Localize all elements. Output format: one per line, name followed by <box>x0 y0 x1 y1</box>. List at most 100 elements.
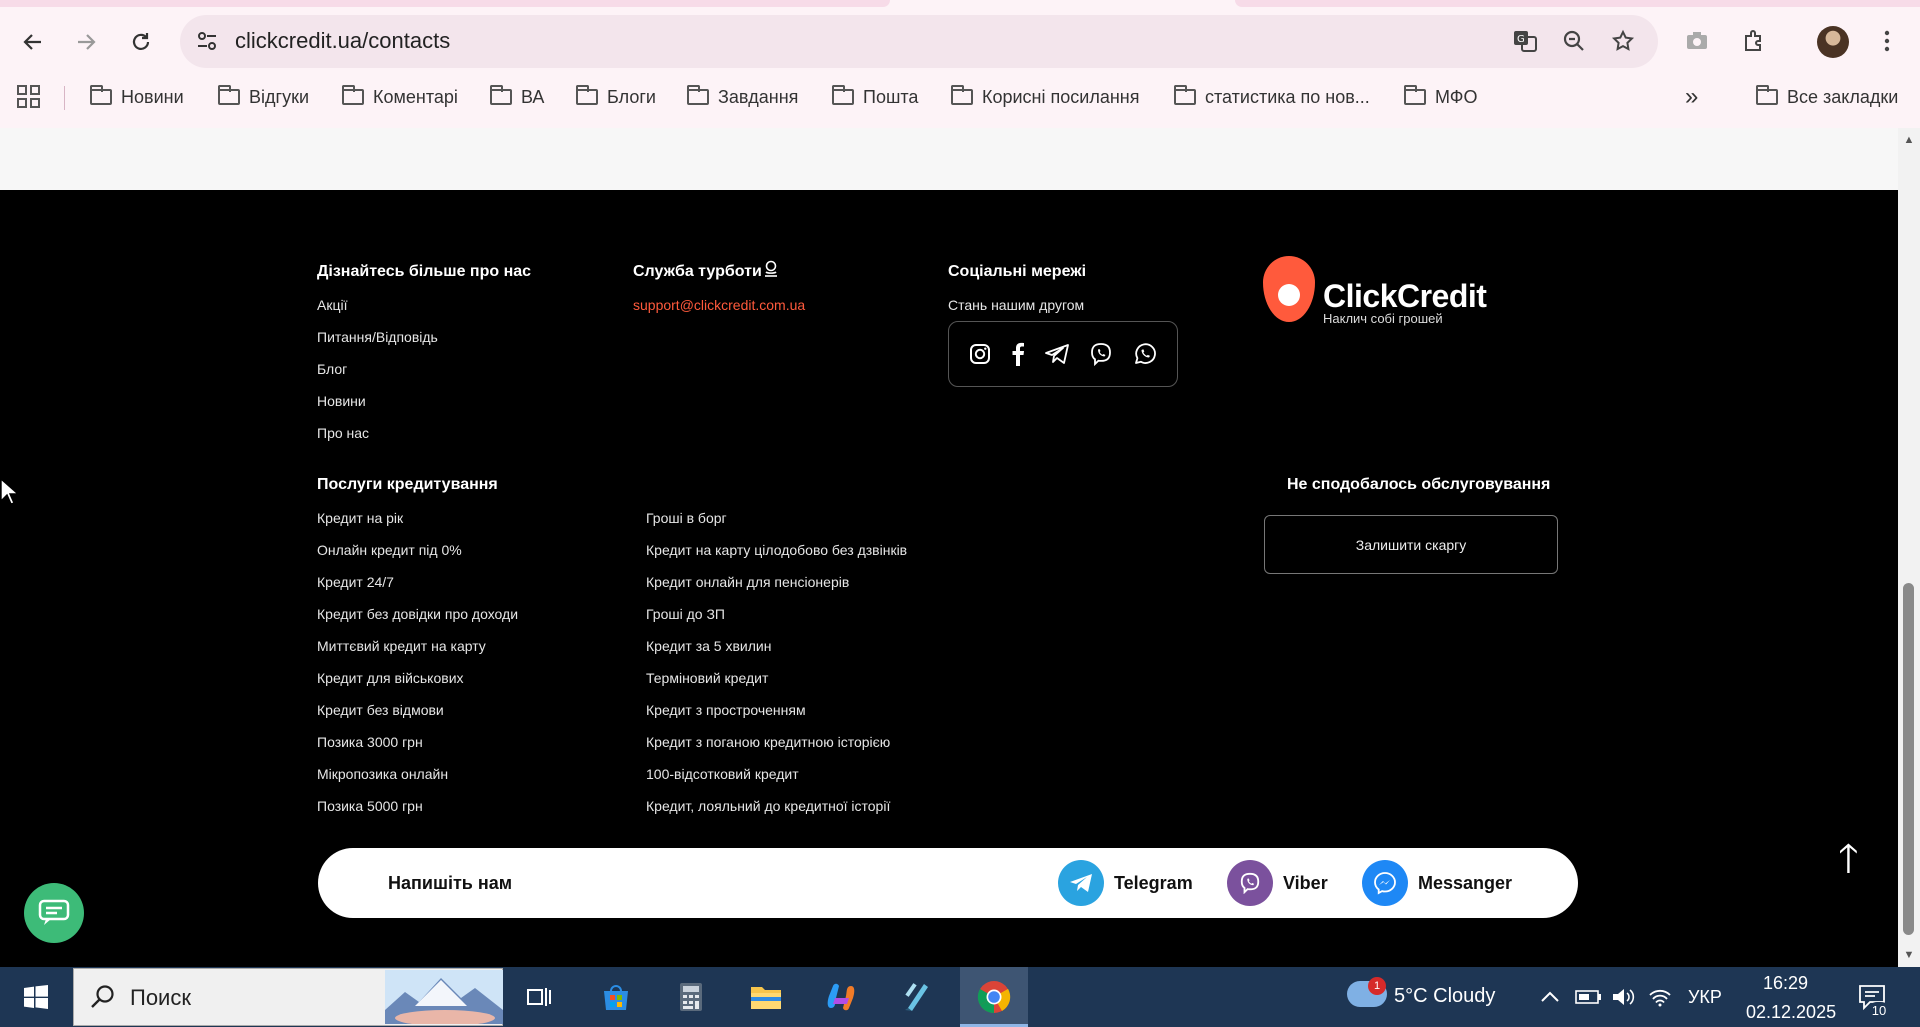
folder-icon <box>1174 85 1196 105</box>
all-bookmarks-folder[interactable]: Все закладки <box>1756 82 1898 112</box>
folder-icon <box>951 85 973 105</box>
back-arrow-icon <box>23 34 41 50</box>
chrome-icon[interactable] <box>972 975 1016 1019</box>
social-icons-box <box>948 321 1178 387</box>
wifi-icon[interactable] <box>1638 975 1682 1019</box>
apps-grid-icon[interactable] <box>12 80 46 114</box>
footer-link[interactable]: Питання/Відповідь <box>317 329 438 345</box>
service-link[interactable]: Кредит без довідки про доходи <box>317 606 518 622</box>
support-title: Служба турботи <box>633 263 762 280</box>
bookmark-star-icon[interactable] <box>1606 24 1640 58</box>
svg-text:G: G <box>1517 34 1525 45</box>
extensions-icon[interactable] <box>1737 24 1771 58</box>
telegram-icon[interactable] <box>1045 344 1069 364</box>
service-link[interactable]: Гроші до ЗП <box>646 606 725 622</box>
reload-button[interactable] <box>121 22 161 62</box>
bookmark-folder[interactable]: статистика по нов... <box>1174 82 1370 112</box>
translate-icon[interactable]: G <box>1508 24 1542 58</box>
support-email-link[interactable]: support@clickcredit.com.ua <box>633 297 805 313</box>
service-link[interactable]: Кредит за 5 хвилин <box>646 638 771 654</box>
folder-icon <box>342 85 364 105</box>
service-link[interactable]: 100-відсотковий кредит <box>646 766 799 782</box>
service-link[interactable]: Терміновий кредит <box>646 670 768 686</box>
clock-date[interactable]: 02.12.2025 <box>1746 1002 1836 1023</box>
service-link[interactable]: Онлайн кредит під 0% <box>317 542 462 558</box>
service-link[interactable]: Кредит без відмови <box>317 702 444 718</box>
social-title: Соціальні мережі <box>948 263 1087 280</box>
microsoft-store-icon[interactable] <box>594 975 638 1019</box>
bookmark-folder[interactable]: Завдання <box>687 82 798 112</box>
scroll-to-top-icon[interactable]: 🡑 <box>1838 830 1859 898</box>
instagram-icon[interactable] <box>969 343 991 365</box>
back-button[interactable] <box>13 22 53 62</box>
copilot-icon[interactable] <box>819 975 863 1019</box>
telegram-chat-button[interactable]: Telegram <box>1058 860 1193 906</box>
brand-tagline: Наклич собі грошей <box>1323 311 1443 326</box>
bookmark-folder[interactable]: Новини <box>90 82 184 112</box>
chat-widget-button[interactable] <box>24 883 84 943</box>
brand-name[interactable]: ClickCredit <box>1323 278 1487 315</box>
bookmark-folder[interactable]: Відгуки <box>218 82 309 112</box>
mouse-cursor-icon <box>0 478 20 505</box>
service-link[interactable]: Кредит онлайн для пенсіонерів <box>646 574 849 590</box>
search-icon <box>91 985 114 1008</box>
service-link[interactable]: Миттєвий кредит на карту <box>317 638 486 654</box>
service-link[interactable]: Кредит з поганою кредитною історією <box>646 734 890 750</box>
file-explorer-icon[interactable] <box>744 975 788 1019</box>
chevron-up-icon[interactable] <box>1528 975 1572 1019</box>
service-link[interactable]: Кредит, лояльний до кредитної історії <box>646 798 890 814</box>
bookmark-folder[interactable]: Корисні посилання <box>951 82 1139 112</box>
footer-link[interactable]: Акції <box>317 297 347 313</box>
zoom-icon[interactable] <box>1557 24 1591 58</box>
bookmark-folder[interactable]: Коментарі <box>342 82 458 112</box>
footer-link[interactable]: Про нас <box>317 425 369 441</box>
footer-link[interactable]: Блог <box>317 361 347 377</box>
scroll-down-arrow-icon[interactable]: ▼ <box>1901 947 1917 963</box>
service-link[interactable]: Кредит на рік <box>317 510 403 526</box>
viber-chat-button[interactable]: Viber <box>1227 860 1328 906</box>
bookmark-folder[interactable]: ВА <box>490 82 544 112</box>
folder-icon <box>832 85 854 105</box>
url-text[interactable]: clickcredit.ua/contacts <box>235 28 450 54</box>
bookmark-folder[interactable]: Пошта <box>832 82 918 112</box>
menu-kebab-icon[interactable] <box>1870 24 1904 58</box>
service-link[interactable]: Гроші в борг <box>646 510 727 526</box>
task-view-icon[interactable] <box>518 975 562 1019</box>
calculator-icon[interactable] <box>669 975 713 1019</box>
bookmark-folder[interactable]: МФО <box>1404 82 1477 112</box>
leave-complaint-button[interactable]: Залишити скаргу <box>1264 515 1558 574</box>
tab-strip <box>0 0 1920 8</box>
bookmarks-overflow-button[interactable]: » <box>1685 82 1698 112</box>
service-link[interactable]: Кредит на карту цілодобово без дзвінків <box>646 542 907 558</box>
forward-button[interactable] <box>66 22 106 62</box>
bookmark-folder[interactable]: Блоги <box>576 82 656 112</box>
scroll-up-arrow-icon[interactable]: ▲ <box>1901 132 1917 148</box>
scrollbar-thumb[interactable] <box>1903 583 1914 935</box>
input-language[interactable]: УКР <box>1688 987 1722 1008</box>
folder-icon <box>1756 85 1778 105</box>
screenshot-icon[interactable] <box>1680 24 1714 58</box>
service-link[interactable]: Мікропозика онлайн <box>317 766 448 782</box>
site-info-icon[interactable] <box>190 24 224 58</box>
service-link[interactable]: Кредит з простроченням <box>646 702 806 718</box>
whatsapp-icon[interactable] <box>1133 342 1157 366</box>
clock-time[interactable]: 16:29 <box>1763 973 1808 994</box>
service-link[interactable]: Кредит 24/7 <box>317 574 394 590</box>
chat-icon <box>38 899 70 925</box>
messenger-chat-button[interactable]: Messanger <box>1362 860 1512 906</box>
folder-icon <box>490 85 512 105</box>
windows-start-icon[interactable] <box>14 975 58 1019</box>
bookmarks-separator <box>64 86 65 110</box>
notepad-icon[interactable] <box>895 975 939 1019</box>
notifications-count-badge: 10 <box>1868 1002 1890 1020</box>
messenger-icon <box>1362 860 1408 906</box>
service-link[interactable]: Кредит для військових <box>317 670 464 686</box>
weather-text[interactable]: 5°C Cloudy <box>1394 985 1495 1008</box>
service-link[interactable]: Позика 3000 грн <box>317 734 423 750</box>
viber-icon[interactable] <box>1089 342 1113 366</box>
facebook-icon[interactable] <box>1011 342 1025 366</box>
service-link[interactable]: Позика 5000 грн <box>317 798 423 814</box>
footer-link[interactable]: Новини <box>317 393 366 409</box>
viber-icon <box>1227 860 1273 906</box>
profile-avatar[interactable] <box>1817 26 1849 58</box>
